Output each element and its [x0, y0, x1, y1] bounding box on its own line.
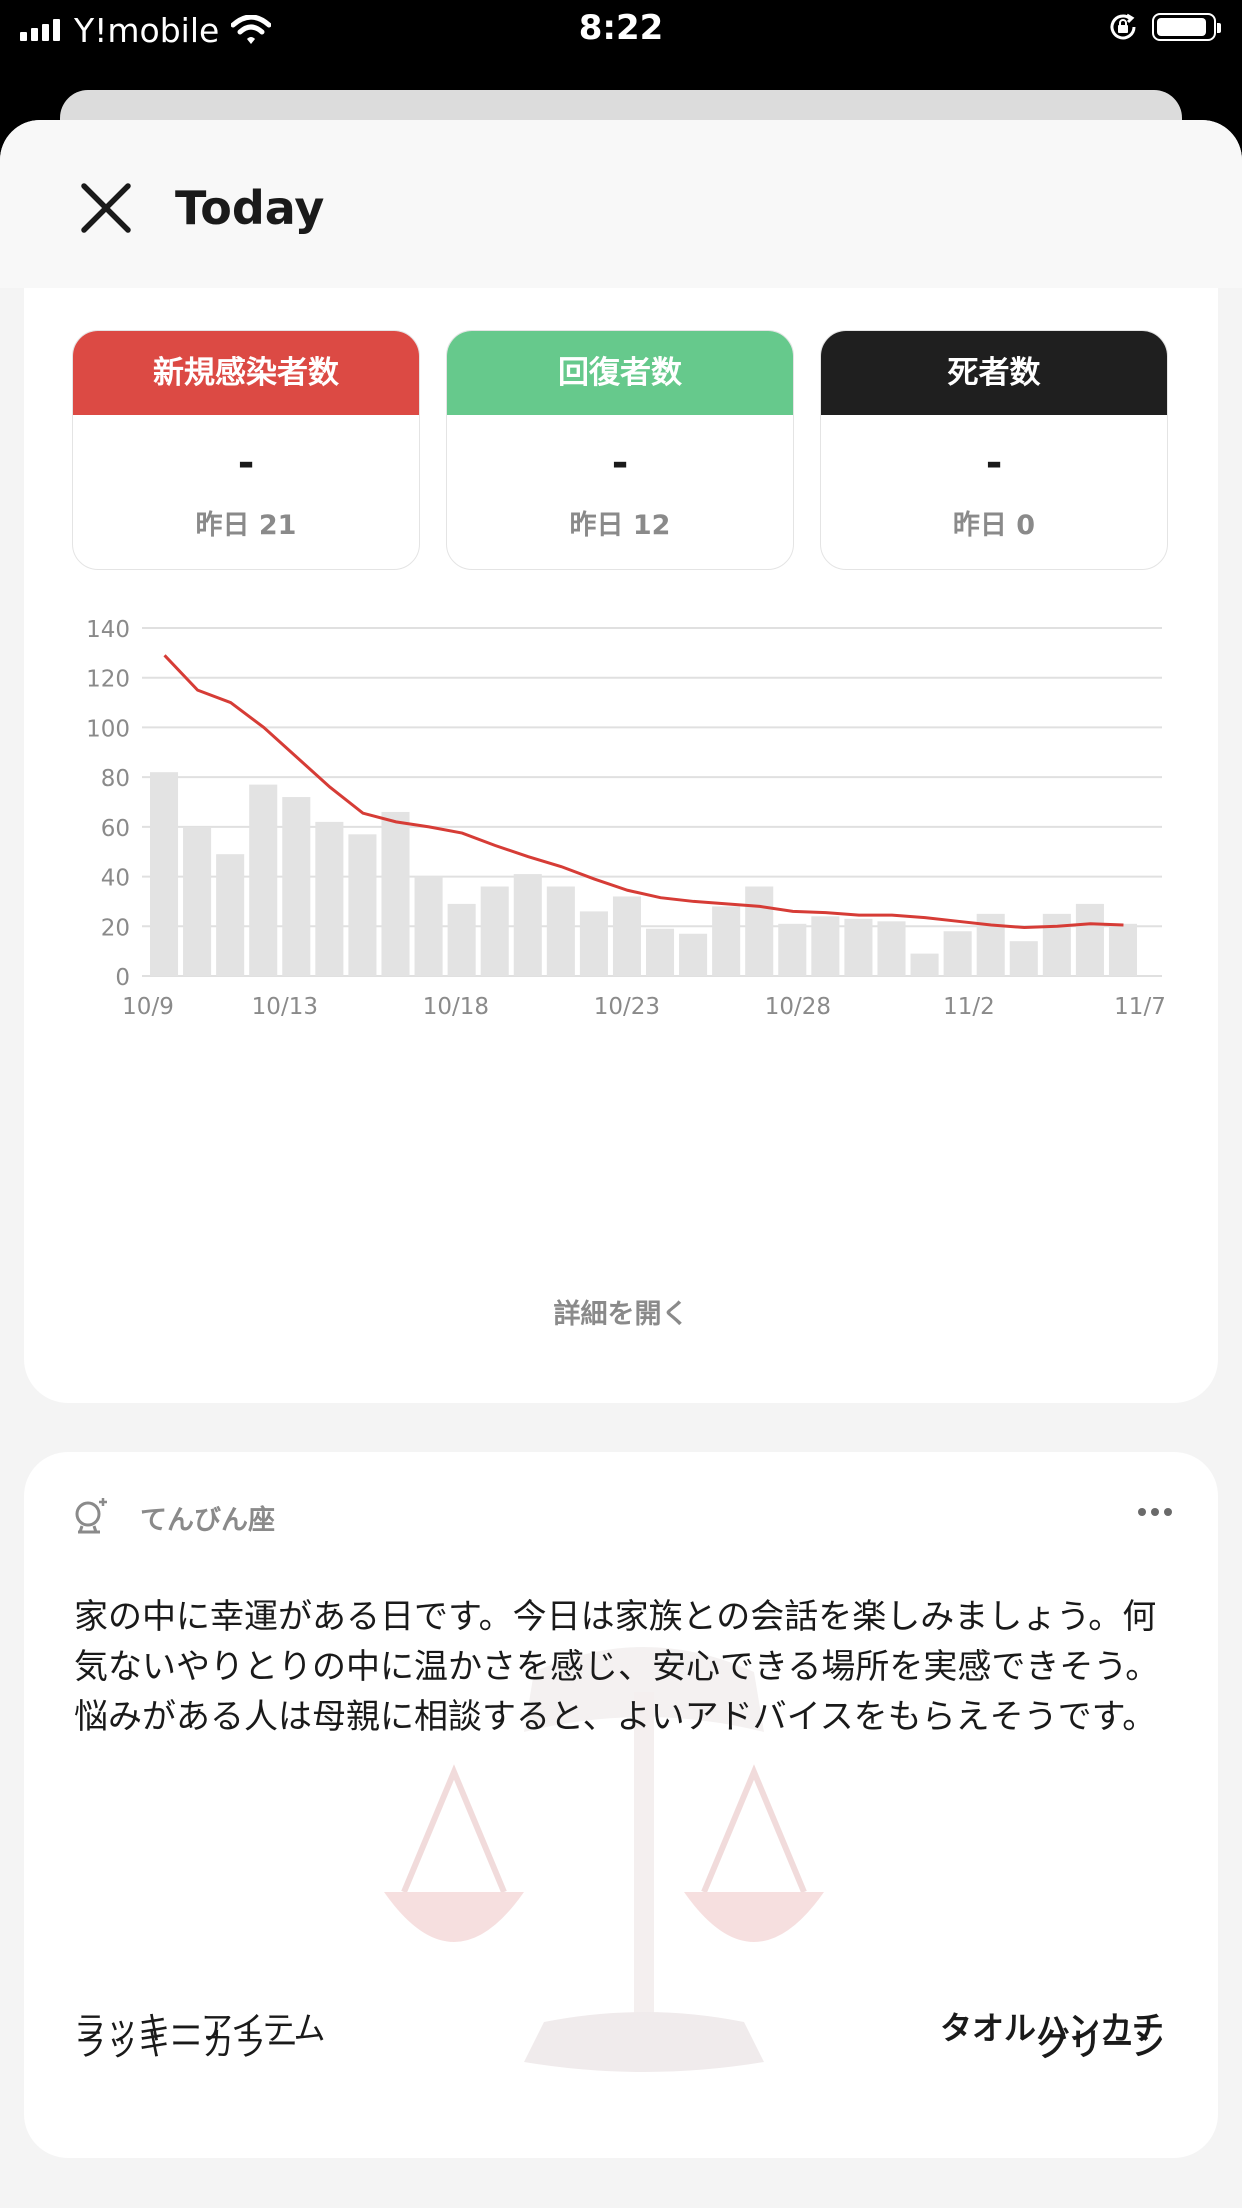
horoscope-text: 家の中に幸運がある日です。今日は家族との会話を楽しみましょう。何気ないやりとりの…	[74, 1597, 1160, 1737]
bar	[1042, 913, 1071, 976]
bar	[943, 931, 972, 976]
y-tick-label: 120	[86, 667, 130, 693]
bar	[679, 933, 708, 976]
bar	[546, 886, 575, 976]
x-tick-label: 10/9	[122, 994, 174, 1020]
close-icon[interactable]	[74, 176, 138, 240]
page-title: Today	[175, 181, 325, 235]
bar	[183, 826, 212, 976]
bar	[480, 886, 509, 976]
bar	[447, 903, 476, 976]
bar	[579, 911, 608, 976]
bar	[778, 923, 807, 976]
bar	[513, 874, 542, 976]
bar	[282, 797, 311, 976]
bar	[877, 921, 906, 976]
bar	[1009, 941, 1038, 976]
lucky-item-row: ラッキーアイテム タオルハンカチ	[74, 1996, 1164, 2056]
bar	[414, 876, 443, 976]
y-tick-label: 80	[101, 766, 130, 792]
bar	[150, 772, 179, 976]
x-tick-label: 10/13	[252, 994, 318, 1020]
x-tick-label: 11/7	[1114, 994, 1166, 1020]
sheet-header: Today	[0, 120, 1242, 288]
more-icon[interactable]	[1138, 1508, 1172, 1516]
bar	[712, 906, 741, 976]
cases-chart: 0 20 40 60 80 100 120 140 10/9 10/13 10/18 10/23 10/…	[86, 617, 1166, 1020]
clock: 8:22	[578, 8, 664, 48]
bar	[910, 953, 939, 976]
covid-card: 新規感染者数 - 昨日 21 回復者数 - 昨日 12 死者数 - 昨日 0 0…	[24, 288, 1218, 1403]
bar	[612, 896, 641, 976]
bar	[216, 854, 245, 976]
x-tick-label: 10/28	[765, 994, 831, 1020]
today-sheet: Today 新規感染者数 - 昨日 21 回復者数 - 昨日 12 死者数 - …	[0, 120, 1242, 2208]
zodiac-sign: てんびん座	[140, 1505, 275, 1536]
lucky-item-value: タオルハンカチ	[939, 2009, 1164, 2047]
y-tick-label: 140	[86, 617, 130, 643]
x-tick-label: 10/18	[423, 994, 489, 1020]
status-bar: Y!mobile 8:22	[0, 0, 1242, 62]
horoscope-icon	[75, 1498, 107, 1534]
bar	[315, 821, 344, 976]
bar	[348, 834, 377, 976]
y-tick-label: 20	[101, 915, 130, 941]
x-tick-label: 11/2	[943, 994, 995, 1020]
y-tick-label: 100	[86, 716, 130, 742]
bar	[1075, 903, 1104, 976]
y-tick-label: 0	[115, 965, 130, 991]
orientation-lock-icon	[1110, 13, 1136, 40]
lucky-item-label: ラッキーアイテム	[74, 2009, 326, 2047]
bar	[844, 918, 873, 976]
bar	[745, 886, 774, 976]
bar	[381, 811, 410, 976]
bar	[1108, 923, 1137, 976]
battery-icon	[1152, 13, 1221, 41]
bar	[811, 916, 840, 976]
y-tick-label: 60	[101, 816, 130, 842]
open-details-link[interactable]: 詳細を開く	[24, 1292, 1218, 1331]
x-tick-label: 10/23	[594, 994, 660, 1020]
horoscope-card: てんびん座 家の中に幸運がある日です。今日は家族との会話を楽しみましょう。何気な…	[24, 1452, 1218, 2158]
y-tick-label: 40	[101, 866, 130, 892]
bar	[646, 928, 675, 976]
bar	[249, 784, 278, 976]
